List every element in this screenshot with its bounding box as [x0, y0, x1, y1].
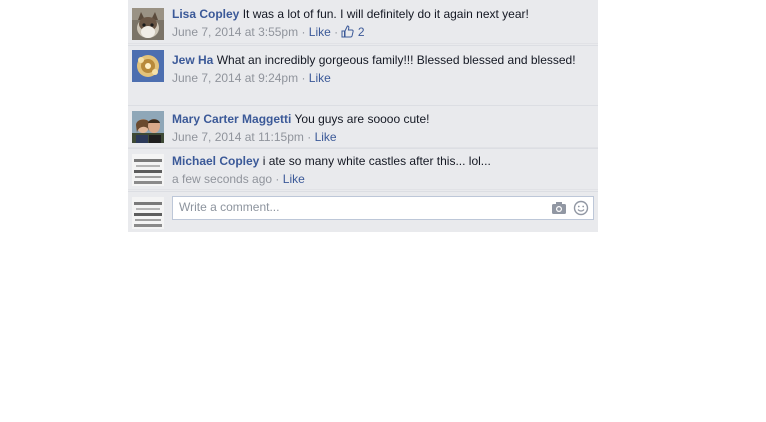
comments-panel: Lisa Copley It was a lot of fun. I will … [128, 0, 598, 232]
comment-meta: June 7, 2014 at 9:24pm · Like [172, 69, 590, 87]
like-count[interactable]: 2 [341, 25, 365, 39]
comment-text: i ate so many white castles after this..… [262, 154, 491, 168]
comment-timestamp[interactable]: June 7, 2014 at 9:24pm [172, 71, 298, 85]
comment-author[interactable]: Mary Carter Maggetti [172, 112, 291, 126]
avatar-lisa-copley[interactable] [132, 8, 164, 40]
comment-text: It was a lot of fun. I will definitely d… [242, 7, 529, 21]
comment-body: Jew Ha What an incredibly gorgeous famil… [172, 52, 590, 68]
meta-separator: · [301, 71, 306, 85]
comment-meta: June 7, 2014 at 11:15pm · Like [172, 128, 590, 146]
avatar-mary-carter-maggetti[interactable] [132, 111, 164, 143]
comment: Lisa Copley It was a lot of fun. I will … [128, 0, 598, 44]
comment-body: Mary Carter Maggetti You guys are soooo … [172, 111, 590, 127]
comment-author[interactable]: Lisa Copley [172, 7, 239, 21]
comment-author[interactable]: Michael Copley [172, 154, 259, 168]
comment-body: Lisa Copley It was a lot of fun. I will … [172, 6, 590, 22]
comment-text: You guys are soooo cute! [294, 112, 430, 126]
comment-composer [172, 196, 594, 220]
comment-timestamp[interactable]: a few seconds ago [172, 172, 272, 186]
smiley-icon[interactable] [573, 200, 589, 216]
like-link[interactable]: Like [315, 130, 337, 144]
thumbs-up-icon [341, 25, 355, 43]
comment-timestamp[interactable]: June 7, 2014 at 3:55pm [172, 25, 298, 39]
meta-separator: · [334, 25, 339, 39]
like-link[interactable]: Like [283, 172, 305, 186]
comment-body: Michael Copley i ate so many white castl… [172, 153, 590, 169]
meta-separator: · [307, 130, 312, 144]
write-comment-input[interactable] [173, 197, 545, 217]
comment: Michael Copley i ate so many white castl… [128, 149, 598, 190]
camera-icon[interactable] [551, 200, 567, 216]
like-count-number: 2 [357, 25, 365, 39]
comment-meta: June 7, 2014 at 3:55pm · Like · 2 [172, 23, 590, 43]
avatar-jew-ha[interactable] [132, 50, 164, 82]
comment: Mary Carter Maggetti You guys are soooo … [128, 106, 598, 148]
meta-separator: · [301, 25, 306, 39]
like-link[interactable]: Like [309, 71, 331, 85]
comment-text: What an incredibly gorgeous family!!! Bl… [216, 53, 576, 67]
comment-author[interactable]: Jew Ha [172, 53, 213, 67]
comment-meta: a few seconds ago · Like [172, 170, 590, 188]
meta-separator: · [275, 172, 280, 186]
comment-divider [128, 191, 598, 192]
comment-timestamp[interactable]: June 7, 2014 at 11:15pm [172, 130, 304, 144]
avatar-michael-copley[interactable] [132, 154, 164, 186]
like-link[interactable]: Like [309, 25, 331, 39]
comment: Jew Ha What an incredibly gorgeous famil… [128, 46, 598, 106]
current-user-avatar [132, 197, 164, 229]
